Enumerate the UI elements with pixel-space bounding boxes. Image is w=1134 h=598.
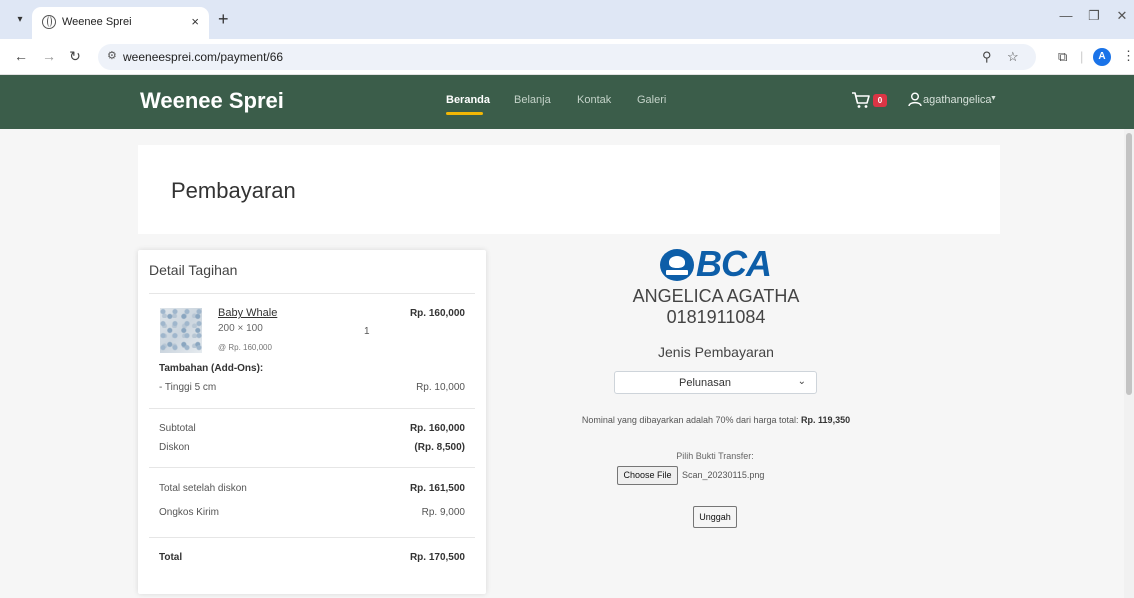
- tab-title: Weenee Sprei: [62, 16, 132, 28]
- payment-type-value: Pelunasan: [679, 377, 731, 389]
- page-title: Pembayaran: [171, 178, 296, 203]
- site-navbar: Weenee Sprei Beranda Belanja Kontak Gale…: [0, 75, 1134, 129]
- tab-search-chevron-icon[interactable]: ▾: [12, 12, 28, 28]
- addon-price: Rp. 10,000: [416, 382, 465, 393]
- back-icon[interactable]: ←: [12, 48, 30, 64]
- divider: [149, 467, 475, 468]
- invoice-card: Detail Tagihan Baby Whale 200 × 100 @ Rp…: [138, 250, 486, 594]
- nav-link-beranda[interactable]: Beranda: [446, 94, 490, 106]
- cart-count-badge: 0: [873, 94, 887, 107]
- nominal-info: Nominal yang dibayarkan adalah 70% dari …: [500, 415, 932, 425]
- selected-file-name: Scan_20230115.png: [682, 470, 765, 480]
- after-discount-label: Total setelah diskon: [159, 483, 247, 494]
- after-discount-value: Rp. 161,500: [409, 483, 465, 494]
- product-price: Rp. 160,000: [409, 308, 465, 319]
- payment-type-select[interactable]: Pelunasan ⌄: [614, 371, 817, 394]
- divider: [149, 293, 475, 294]
- nav-link-galeri[interactable]: Galeri: [637, 94, 666, 106]
- close-tab-icon[interactable]: ×: [191, 14, 199, 29]
- minimize-icon[interactable]: —: [1056, 8, 1076, 23]
- bca-logo: BCA: [660, 243, 772, 284]
- active-nav-underline: [446, 112, 483, 115]
- page-title-panel: Pembayaran: [138, 145, 1000, 234]
- addon-name: - Tinggi 5 cm: [159, 382, 217, 393]
- globe-icon: [42, 15, 56, 29]
- bca-logo-text: BCA: [696, 243, 772, 284]
- account-number: 0181911084: [666, 307, 766, 327]
- address-bar[interactable]: ⚙ weeneesprei.com/payment/66 ⚲ ☆: [98, 44, 1036, 70]
- restore-icon[interactable]: ❐: [1084, 8, 1104, 24]
- invoice-card-header: Detail Tagihan: [138, 250, 486, 293]
- divider: [149, 537, 475, 538]
- chevron-down-icon: ⌄: [797, 376, 806, 387]
- upload-button[interactable]: Unggah: [693, 506, 737, 528]
- zoom-icon[interactable]: ⚲: [982, 49, 992, 65]
- forward-icon[interactable]: →: [40, 48, 58, 64]
- addons-title: Tambahan (Add-Ons):: [159, 363, 264, 374]
- account-holder-name: ANGELICA AGATHA: [632, 286, 800, 306]
- product-size: 200 × 100: [218, 323, 263, 334]
- discount-value: (Rp. 8,500): [414, 442, 465, 453]
- profile-avatar[interactable]: A: [1093, 48, 1111, 66]
- site-info-icon[interactable]: ⚙: [107, 49, 117, 62]
- product-unit-price: @ Rp. 160,000: [218, 343, 272, 352]
- product-thumbnail: [160, 308, 202, 353]
- nominal-amount: Rp. 119,350: [801, 415, 851, 425]
- choose-file-button[interactable]: Choose File: [617, 466, 678, 485]
- bca-emblem-icon: [660, 249, 694, 281]
- browser-toolbar: ← → ↻ ⚙ weeneesprei.com/payment/66 ⚲ ☆ ⧉…: [0, 39, 1134, 75]
- nominal-text: Nominal yang dibayarkan adalah 70% dari …: [581, 415, 802, 425]
- proof-label: Pilih Bukti Transfer:: [676, 451, 754, 461]
- nav-link-belanja[interactable]: Belanja: [514, 94, 551, 106]
- browser-tab-bar: ▾ Weenee Sprei × + — ❐ ✕: [0, 0, 1134, 39]
- new-tab-button[interactable]: +: [218, 9, 229, 30]
- discount-label: Diskon: [159, 442, 190, 453]
- scrollbar-thumb[interactable]: [1126, 133, 1132, 395]
- subtotal-value: Rp. 160,000: [409, 423, 465, 434]
- divider: [149, 408, 475, 409]
- shipping-value: Rp. 9,000: [421, 507, 465, 518]
- caret-down-icon[interactable]: ▼: [990, 95, 997, 102]
- toolbar-divider: |: [1080, 49, 1084, 64]
- nav-link-kontak[interactable]: Kontak: [577, 94, 611, 106]
- invoice-title: Detail Tagihan: [149, 262, 238, 278]
- browser-tab[interactable]: Weenee Sprei ×: [32, 7, 209, 39]
- page-scrollbar[interactable]: [1124, 129, 1134, 598]
- total-value: Rp. 170,500: [409, 552, 465, 563]
- url-text[interactable]: weeneesprei.com/payment/66: [123, 50, 283, 64]
- subtotal-label: Subtotal: [159, 423, 196, 434]
- cart-icon[interactable]: [851, 91, 871, 109]
- user-icon[interactable]: [908, 92, 922, 107]
- bookmark-star-icon[interactable]: ☆: [1007, 49, 1019, 65]
- payment-type-label: Jenis Pembayaran: [658, 344, 774, 360]
- product-quantity: 1: [364, 326, 370, 337]
- total-label: Total: [159, 552, 183, 563]
- extensions-icon[interactable]: ⧉: [1058, 49, 1067, 65]
- site-brand[interactable]: Weenee Sprei: [140, 88, 284, 114]
- reload-icon[interactable]: ↻: [66, 48, 84, 65]
- user-menu-name[interactable]: agathangelica: [923, 94, 992, 106]
- product-name-link[interactable]: Baby Whale: [218, 307, 277, 319]
- close-window-icon[interactable]: ✕: [1112, 8, 1132, 24]
- more-menu-icon[interactable]: ⋮: [1122, 48, 1134, 64]
- shipping-label: Ongkos Kirim: [159, 507, 220, 518]
